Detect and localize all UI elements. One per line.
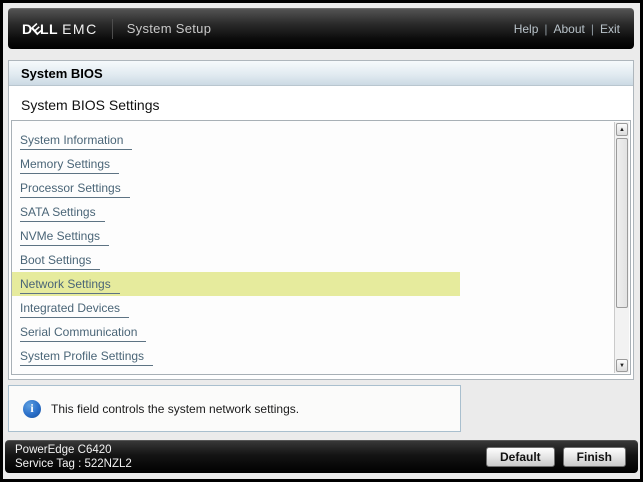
menu-link[interactable]: NVMe Settings xyxy=(20,227,110,246)
link-separator: | xyxy=(544,21,548,36)
about-link[interactable]: About xyxy=(554,22,585,36)
page-title: System BIOS Settings xyxy=(9,86,633,122)
menu-link[interactable]: Serial Communication xyxy=(20,323,147,342)
topbar-divider xyxy=(111,18,113,39)
model-name: PowerEdge C6420 xyxy=(15,443,112,456)
menu-link[interactable]: Boot Settings xyxy=(20,251,101,270)
settings-scroll-area: System Information Memory Settings Proce… xyxy=(11,120,631,375)
menu-row: NVMe Settings xyxy=(12,224,630,248)
menu-row: System Profile Settings xyxy=(12,344,630,368)
default-button[interactable]: Default xyxy=(485,446,555,467)
menu-link[interactable]: System Information xyxy=(20,131,133,150)
section-header: System BIOS xyxy=(9,61,633,86)
menu-row: Integrated Devices xyxy=(12,296,630,320)
menu-link[interactable]: Memory Settings xyxy=(20,155,120,174)
top-bar: D E LL EMC System Setup Help | About | Exi… xyxy=(8,8,634,49)
scroll-down-icon[interactable]: ▼ xyxy=(616,359,628,372)
service-tag: Service Tag : 522NZL2 xyxy=(15,457,132,470)
menu-row: Memory Settings xyxy=(12,152,630,176)
menu-link[interactable]: System Profile Settings xyxy=(20,347,154,366)
info-text: This field controls the system network s… xyxy=(51,401,300,416)
menu-row: System Information xyxy=(12,128,630,152)
bios-settings-menu: System Information Memory Settings Proce… xyxy=(12,121,630,368)
vertical-scrollbar[interactable]: ▲ ▼ xyxy=(614,122,629,373)
menu-row: SATA Settings xyxy=(12,200,630,224)
system-bios-panel: System BIOS System BIOS Settings System … xyxy=(8,60,634,380)
menu-row: Processor Settings xyxy=(12,176,630,200)
window-frame: D E LL EMC System Setup Help | About | Exi… xyxy=(3,3,640,479)
footer-bar: PowerEdge C6420 Service Tag : 522NZL2 De… xyxy=(5,440,638,473)
menu-row: Boot Settings xyxy=(12,248,630,272)
link-separator: | xyxy=(590,21,594,36)
menu-row: Network Settings xyxy=(12,272,460,296)
menu-link[interactable]: Processor Settings xyxy=(20,179,130,198)
emc-logo-text: EMC xyxy=(62,20,98,37)
section-title: System BIOS xyxy=(21,65,103,81)
info-panel: i This field controls the system network… xyxy=(8,385,461,432)
menu-link[interactable]: Network Settings xyxy=(20,275,120,294)
scrollbar-thumb[interactable] xyxy=(616,138,628,308)
topbar-links: Help | About | Exit xyxy=(514,22,620,36)
scroll-up-icon[interactable]: ▲ xyxy=(616,123,628,136)
menu-link[interactable]: Integrated Devices xyxy=(20,299,130,318)
system-identity: PowerEdge C6420 Service Tag : 522NZL2 xyxy=(15,443,132,471)
help-link[interactable]: Help xyxy=(514,22,539,36)
footer-buttons: Default Finish xyxy=(485,446,626,467)
finish-button[interactable]: Finish xyxy=(562,446,626,467)
menu-row: Serial Communication xyxy=(12,320,630,344)
info-icon: i xyxy=(23,399,41,418)
app-title: System Setup xyxy=(126,21,212,36)
exit-link[interactable]: Exit xyxy=(600,22,620,36)
menu-link[interactable]: SATA Settings xyxy=(20,203,105,222)
dellemc-logo: D E LL EMC xyxy=(22,19,98,37)
